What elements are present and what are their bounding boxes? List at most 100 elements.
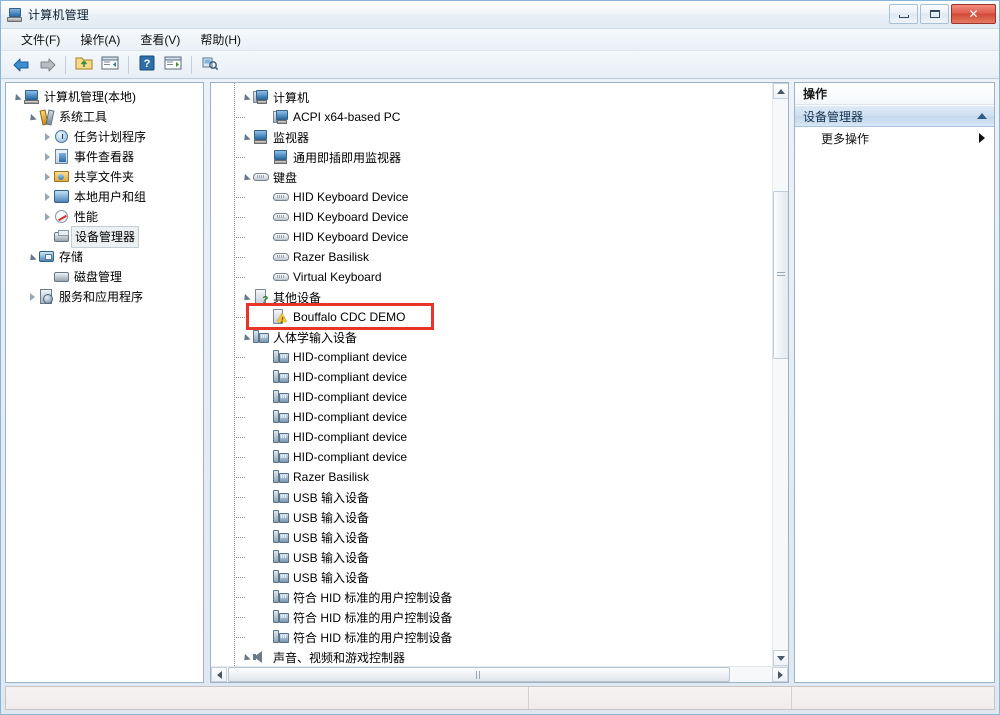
expand-arrow-open-icon[interactable] <box>10 87 24 107</box>
device-tree-row[interactable]: HID-compliant device <box>211 347 772 367</box>
sidebar-item-3[interactable]: 事件查看器 <box>6 147 203 167</box>
device-tree-row-label: USB 输入设备 <box>293 550 370 565</box>
menu-view[interactable]: 查看(V) <box>130 30 190 50</box>
device-tree-row[interactable]: 符合 HID 标准的用户控制设备 <box>211 607 772 627</box>
tree-guide-line <box>234 257 245 258</box>
expand-arrow-open-icon[interactable] <box>239 327 253 347</box>
device-tree-row-label: 其他设备 <box>273 290 322 305</box>
expand-arrow-closed-icon[interactable] <box>40 127 54 147</box>
device-tree-row[interactable]: Razer Basilisk <box>211 247 772 267</box>
computer-icon <box>273 109 289 125</box>
scan-hardware-icon <box>201 55 219 74</box>
expand-arrow-closed-icon[interactable] <box>25 287 39 307</box>
hid-icon <box>273 409 289 425</box>
expand-arrow-closed-icon[interactable] <box>40 187 54 207</box>
sidebar-item-0[interactable]: 计算机管理(本地) <box>6 87 203 107</box>
tree-guide-line <box>234 277 245 278</box>
device-tree-horizontal-scrollbar[interactable] <box>211 666 788 682</box>
show-hide-tree-button[interactable] <box>98 54 122 76</box>
action-more-actions[interactable]: 更多操作 <box>795 127 994 149</box>
device-tree-row[interactable]: USB 输入设备 <box>211 567 772 587</box>
scroll-down-button[interactable] <box>773 650 788 666</box>
expand-arrow-open-icon[interactable] <box>239 167 253 187</box>
up-folder-button[interactable] <box>72 54 96 76</box>
sidebar-item-9[interactable]: 磁盘管理 <box>6 267 203 287</box>
expand-arrow-open-icon[interactable] <box>25 247 39 267</box>
device-tree-row[interactable]: 计算机 <box>211 87 772 107</box>
menu-file[interactable]: 文件(F) <box>11 30 70 50</box>
minimize-button[interactable] <box>889 4 918 24</box>
scroll-right-button[interactable] <box>772 667 788 682</box>
sidebar-item-8[interactable]: 存储 <box>6 247 203 267</box>
device-tree-row-label: 键盘 <box>273 170 298 185</box>
device-tree-row[interactable]: 其他设备 <box>211 287 772 307</box>
device-tree-row[interactable]: HID-compliant device <box>211 447 772 467</box>
question-icon: ? <box>139 55 155 74</box>
device-tree-row[interactable]: HID-compliant device <box>211 367 772 387</box>
device-tree-row[interactable]: USB 输入设备 <box>211 547 772 567</box>
device-tree-row[interactable]: 声音、视频和游戏控制器 <box>211 647 772 666</box>
expand-arrow-open-icon[interactable] <box>239 647 253 666</box>
sidebar-item-10[interactable]: 服务和应用程序 <box>6 287 203 307</box>
device-tree-row[interactable]: HID-compliant device <box>211 407 772 427</box>
device-tree-row[interactable]: 通用即插即用监视器 <box>211 147 772 167</box>
sidebar-item-7[interactable]: 设备管理器 <box>6 226 203 248</box>
expand-arrow-closed-icon[interactable] <box>40 147 54 167</box>
device-tree-row[interactable]: HID-compliant device <box>211 387 772 407</box>
device-tree-row[interactable]: 键盘 <box>211 167 772 187</box>
vertical-scroll-thumb[interactable] <box>773 191 788 359</box>
horizontal-scroll-thumb[interactable] <box>228 667 730 682</box>
scroll-up-button[interactable] <box>773 83 788 99</box>
hid-icon <box>273 569 289 585</box>
device-tree-row[interactable]: Razer Basilisk <box>211 467 772 487</box>
actions-section-device-manager[interactable]: 设备管理器 <box>795 105 994 127</box>
expand-arrow-open-icon[interactable] <box>239 287 253 307</box>
hid-icon <box>273 389 289 405</box>
sidebar-item-1[interactable]: 系统工具 <box>6 107 203 127</box>
device-tree-row[interactable]: 符合 HID 标准的用户控制设备 <box>211 587 772 607</box>
expand-arrow-open-icon[interactable] <box>25 107 39 127</box>
device-tree-row[interactable]: HID Keyboard Device <box>211 187 772 207</box>
expand-arrow-closed-icon[interactable] <box>40 207 54 227</box>
keyboard-icon <box>273 229 289 245</box>
device-tree-row[interactable]: USB 输入设备 <box>211 507 772 527</box>
menu-action[interactable]: 操作(A) <box>70 30 130 50</box>
device-tree-row[interactable]: 符合 HID 标准的用户控制设备 <box>211 627 772 647</box>
device-tree-row[interactable]: 监视器 <box>211 127 772 147</box>
close-button[interactable]: ✕ <box>951 4 996 24</box>
scroll-left-button[interactable] <box>211 667 227 682</box>
device-tree-row-label: USB 输入设备 <box>293 510 370 525</box>
menu-help[interactable]: 帮助(H) <box>190 30 251 50</box>
device-tree-row[interactable]: USB 输入设备 <box>211 487 772 507</box>
device-tree-row[interactable]: ! Bouffalo CDC DEMO <box>211 307 772 327</box>
expand-arrow-open-icon[interactable] <box>239 87 253 107</box>
device-tree-row[interactable]: ACPI x64-based PC <box>211 107 772 127</box>
device-tree-row[interactable]: 人体学输入设备 <box>211 327 772 347</box>
device-tree-vertical-scrollbar[interactable] <box>772 83 788 666</box>
tree-guide-line <box>234 197 245 198</box>
sidebar-item-6[interactable]: 性能 <box>6 207 203 227</box>
help-button[interactable]: ? <box>135 54 159 76</box>
title-bar: 计算机管理 ✕ <box>1 1 999 29</box>
sidebar-item-2[interactable]: 任务计划程序 <box>6 127 203 147</box>
tree-guide-line <box>234 637 245 638</box>
expand-arrow-closed-icon[interactable] <box>40 167 54 187</box>
device-tree-row[interactable]: HID Keyboard Device <box>211 227 772 247</box>
tree-guide-line <box>234 557 245 558</box>
device-tree-row[interactable]: USB 输入设备 <box>211 527 772 547</box>
device-tree-row[interactable]: HID Keyboard Device <box>211 207 772 227</box>
back-button[interactable] <box>9 54 33 76</box>
chevron-up-icon[interactable] <box>977 113 987 119</box>
disk-management-icon <box>54 269 70 285</box>
device-tree-row-label: Virtual Keyboard <box>293 270 382 284</box>
tree-guide-line <box>234 397 245 398</box>
device-tree-row[interactable]: HID-compliant device <box>211 427 772 447</box>
show-action-pane-button[interactable] <box>161 54 185 76</box>
sidebar-item-5[interactable]: 本地用户和组 <box>6 187 203 207</box>
scan-hardware-changes-button[interactable] <box>198 54 222 76</box>
sidebar-item-4[interactable]: 共享文件夹 <box>6 167 203 187</box>
device-tree-row[interactable]: Virtual Keyboard <box>211 267 772 287</box>
forward-button[interactable] <box>35 54 59 76</box>
expand-arrow-open-icon[interactable] <box>239 127 253 147</box>
maximize-button[interactable] <box>920 4 949 24</box>
